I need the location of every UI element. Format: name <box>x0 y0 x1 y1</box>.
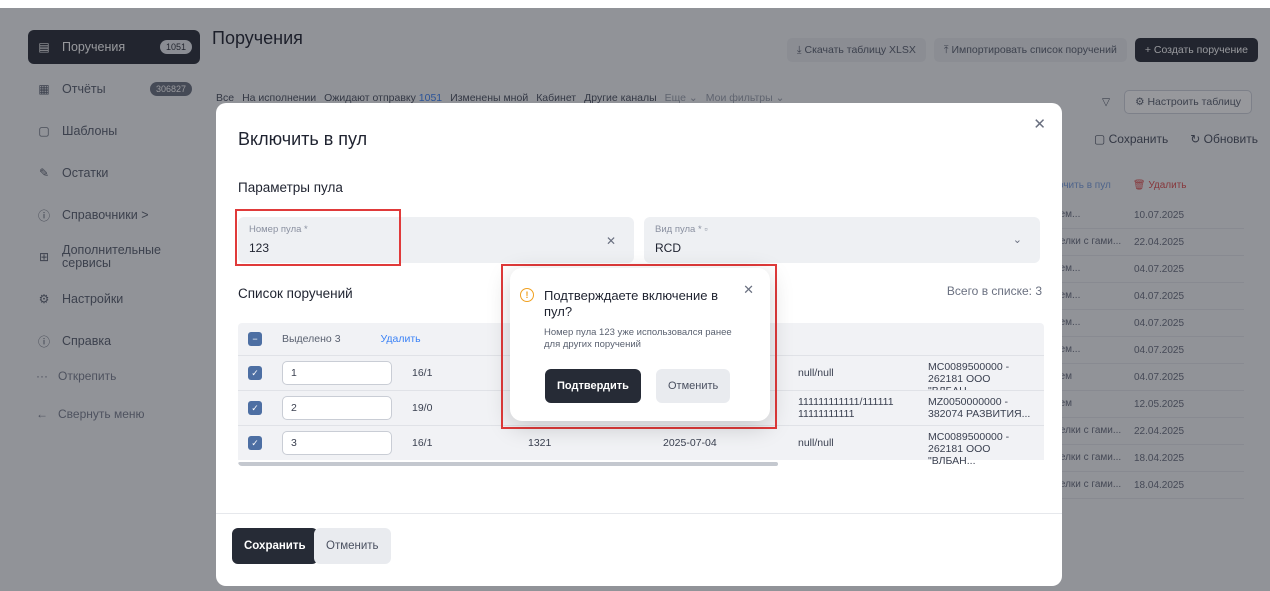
modal-title: Включить в пул <box>238 129 368 149</box>
confirm-title: Подтверждаете включение в пул? <box>544 288 718 319</box>
ref-cell: 111111111111/111111 11111111111 <box>798 396 894 420</box>
close-icon[interactable]: ✕ <box>1033 115 1046 133</box>
amount-cell: 1321 <box>528 437 552 449</box>
pool-params-title: Параметры пула <box>238 180 343 195</box>
modal-cancel-button[interactable]: Отменить <box>314 528 391 564</box>
pool-type-select[interactable]: Вид пула * ▫ RCD ⌄ <box>644 217 1040 263</box>
info-square-icon: ▫ <box>704 224 708 235</box>
pool-type-value: RCD <box>655 241 681 255</box>
selected-count: Выделено 3 <box>282 333 341 345</box>
date-cell: 2025-07-04 <box>663 437 717 449</box>
modal-save-button[interactable]: Сохранить <box>232 528 318 564</box>
horizontal-scrollbar[interactable] <box>238 462 778 466</box>
clear-icon[interactable]: ✕ <box>606 234 616 248</box>
confirm-button[interactable]: Подтвердить <box>545 369 641 403</box>
pool-type-label-text: Вид пула * <box>655 224 702 235</box>
code-cell: 16/1 <box>412 437 433 449</box>
warning-icon: ! <box>520 288 534 302</box>
row-checkbox[interactable]: ✓ <box>248 436 262 450</box>
row-checkbox[interactable]: ✓ <box>248 401 262 415</box>
row-checkbox[interactable]: ✓ <box>248 366 262 380</box>
row-number-input[interactable]: 3 <box>282 431 392 455</box>
order-row[interactable]: ✓ 3 16/1 1321 2025-07-04 null/null MC008950000… <box>238 425 1044 466</box>
orders-list-title: Список поручений <box>238 286 353 301</box>
orders-list-count: Всего в списке: 3 <box>946 284 1042 298</box>
pool-number-highlight <box>235 209 401 266</box>
ref-cell: null/null <box>798 367 834 379</box>
row-number-input[interactable]: 2 <box>282 396 392 420</box>
modal-footer-divider <box>216 513 1062 514</box>
delete-selected-link[interactable]: Удалить <box>381 333 421 345</box>
code-cell: 16/1 <box>412 367 433 379</box>
party-cell: MZ0050000000 - 382074 РАЗВИТИЯ... <box>928 396 1031 420</box>
confirm-dialog: ! Подтверждаете включение в пул? ✕ Номер… <box>510 268 770 421</box>
code-cell: 19/0 <box>412 402 433 414</box>
ref-cell: null/null <box>798 437 834 449</box>
confirm-cancel-button[interactable]: Отменить <box>656 369 731 403</box>
close-icon[interactable]: ✕ <box>743 282 754 298</box>
confirm-message: Номер пула 123 уже использовался ранее д… <box>544 327 732 350</box>
select-all-checkbox[interactable]: − <box>248 332 262 346</box>
pool-type-label: Вид пула * ▫ <box>655 224 708 235</box>
chevron-down-icon: ⌄ <box>1012 234 1022 246</box>
row-number-input[interactable]: 1 <box>282 361 392 385</box>
party-cell: MC0089500000 - 262181 ООО "ВЛБАН... <box>928 431 1010 466</box>
